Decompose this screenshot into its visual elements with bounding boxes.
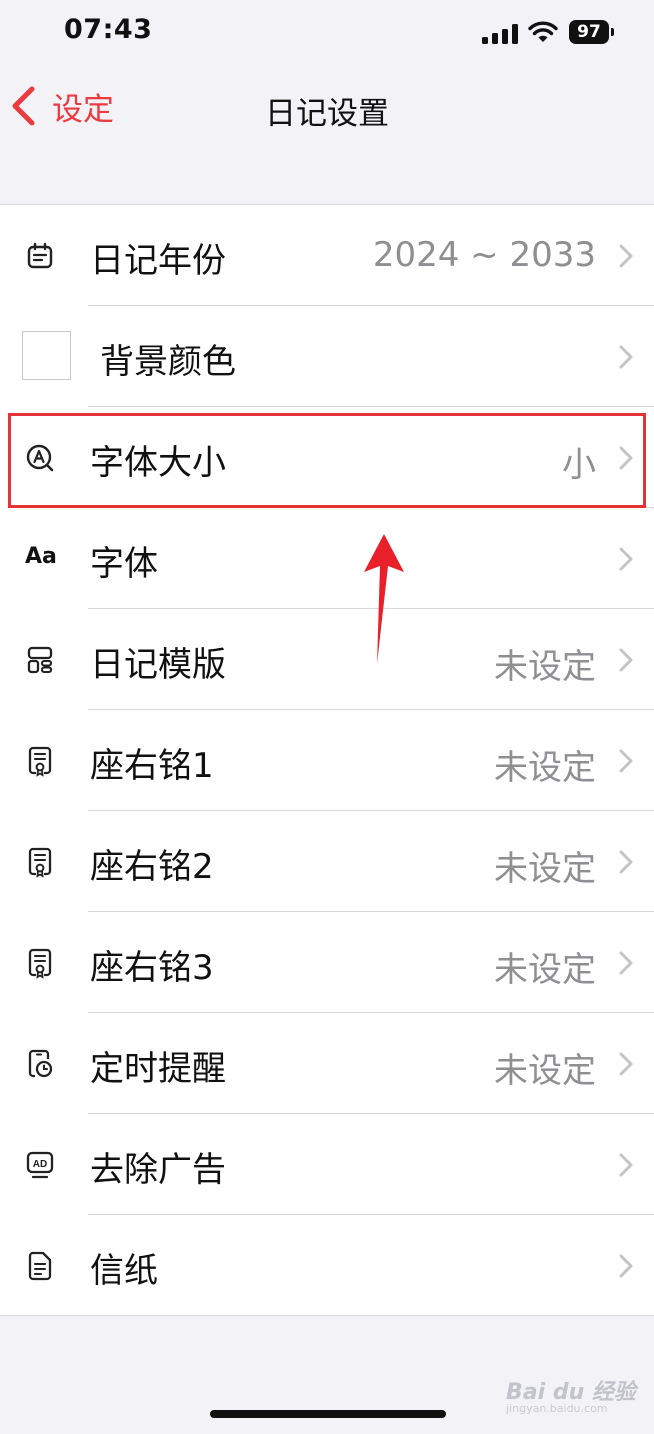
row-scheduled-reminder[interactable]: 定时提醒 未设定 bbox=[0, 1013, 654, 1114]
chevron-right-icon bbox=[618, 950, 634, 976]
cellular-signal-icon bbox=[482, 24, 518, 44]
watermark-logo: Bai du 经验 jingyan.baidu.com bbox=[506, 1380, 636, 1415]
chevron-right-icon bbox=[618, 647, 634, 673]
row-value: 未设定 bbox=[494, 647, 596, 687]
battery-level: 97 bbox=[569, 20, 609, 44]
row-label: 信纸 bbox=[90, 1251, 158, 1291]
chevron-right-icon bbox=[618, 1253, 634, 1279]
row-label: 定时提醒 bbox=[90, 1049, 226, 1089]
row-label: 背景颜色 bbox=[100, 342, 236, 382]
row-value: 未设定 bbox=[494, 950, 596, 990]
navigation-bar: 设定 日记设置 bbox=[0, 66, 654, 146]
row-label: 日记年份 bbox=[90, 241, 226, 281]
row-label: 日记模版 bbox=[90, 645, 226, 685]
chevron-right-icon bbox=[618, 445, 634, 471]
row-label: 去除广告 bbox=[90, 1150, 226, 1190]
row-motto-1[interactable]: 座右铭1 未设定 bbox=[0, 710, 654, 811]
document-icon bbox=[24, 1250, 56, 1282]
chevron-right-icon bbox=[618, 546, 634, 572]
wifi-icon bbox=[528, 21, 558, 42]
row-label: 座右铭2 bbox=[90, 847, 214, 887]
settings-list: 日记年份 2024 ~ 2033 背景颜色 字体大小 小 Aa 字体 日记模版 … bbox=[0, 204, 654, 1316]
page-title: 日记设置 bbox=[265, 96, 389, 132]
status-time: 07:43 bbox=[64, 14, 153, 45]
status-bar: 07:43 97 bbox=[0, 0, 654, 66]
row-diary-template[interactable]: 日记模版 未设定 bbox=[0, 609, 654, 710]
chevron-right-icon bbox=[618, 1152, 634, 1178]
font-size-icon bbox=[24, 442, 56, 474]
chevron-right-icon bbox=[618, 748, 634, 774]
row-motto-2[interactable]: 座右铭2 未设定 bbox=[0, 811, 654, 912]
ad-icon: AD bbox=[24, 1149, 56, 1181]
chevron-right-icon bbox=[618, 1051, 634, 1077]
row-value: 小 bbox=[562, 445, 596, 485]
certificate-icon bbox=[24, 745, 56, 777]
template-icon bbox=[24, 644, 56, 676]
certificate-icon bbox=[24, 947, 56, 979]
row-font[interactable]: Aa 字体 bbox=[0, 508, 654, 609]
chevron-right-icon bbox=[618, 849, 634, 875]
chevron-right-icon bbox=[618, 344, 634, 370]
certificate-icon bbox=[24, 846, 56, 878]
font-icon: Aa bbox=[25, 544, 57, 569]
alarm-phone-icon bbox=[24, 1048, 56, 1080]
chevron-right-icon bbox=[618, 243, 634, 269]
row-background-color[interactable]: 背景颜色 bbox=[0, 306, 654, 407]
row-label: 座右铭1 bbox=[90, 746, 214, 786]
red-arrow-annotation bbox=[364, 534, 404, 664]
row-remove-ads[interactable]: AD 去除广告 bbox=[0, 1114, 654, 1215]
row-motto-3[interactable]: 座右铭3 未设定 bbox=[0, 912, 654, 1013]
home-indicator bbox=[210, 1410, 446, 1418]
row-label: 座右铭3 bbox=[90, 948, 214, 988]
row-value: 未设定 bbox=[494, 748, 596, 788]
row-value: 2024 ~ 2033 bbox=[372, 235, 596, 275]
battery-icon: 97 bbox=[569, 20, 615, 44]
row-value: 未设定 bbox=[494, 1051, 596, 1091]
calendar-icon bbox=[24, 240, 56, 272]
row-label: 字体大小 bbox=[90, 443, 226, 483]
svg-text:AD: AD bbox=[33, 1159, 47, 1170]
row-diary-years[interactable]: 日记年份 2024 ~ 2033 bbox=[0, 205, 654, 306]
row-value: 未设定 bbox=[494, 849, 596, 889]
row-font-size[interactable]: 字体大小 小 bbox=[0, 407, 654, 508]
color-swatch bbox=[22, 331, 71, 380]
row-letter-paper[interactable]: 信纸 bbox=[0, 1215, 654, 1316]
row-label: 字体 bbox=[90, 544, 158, 584]
